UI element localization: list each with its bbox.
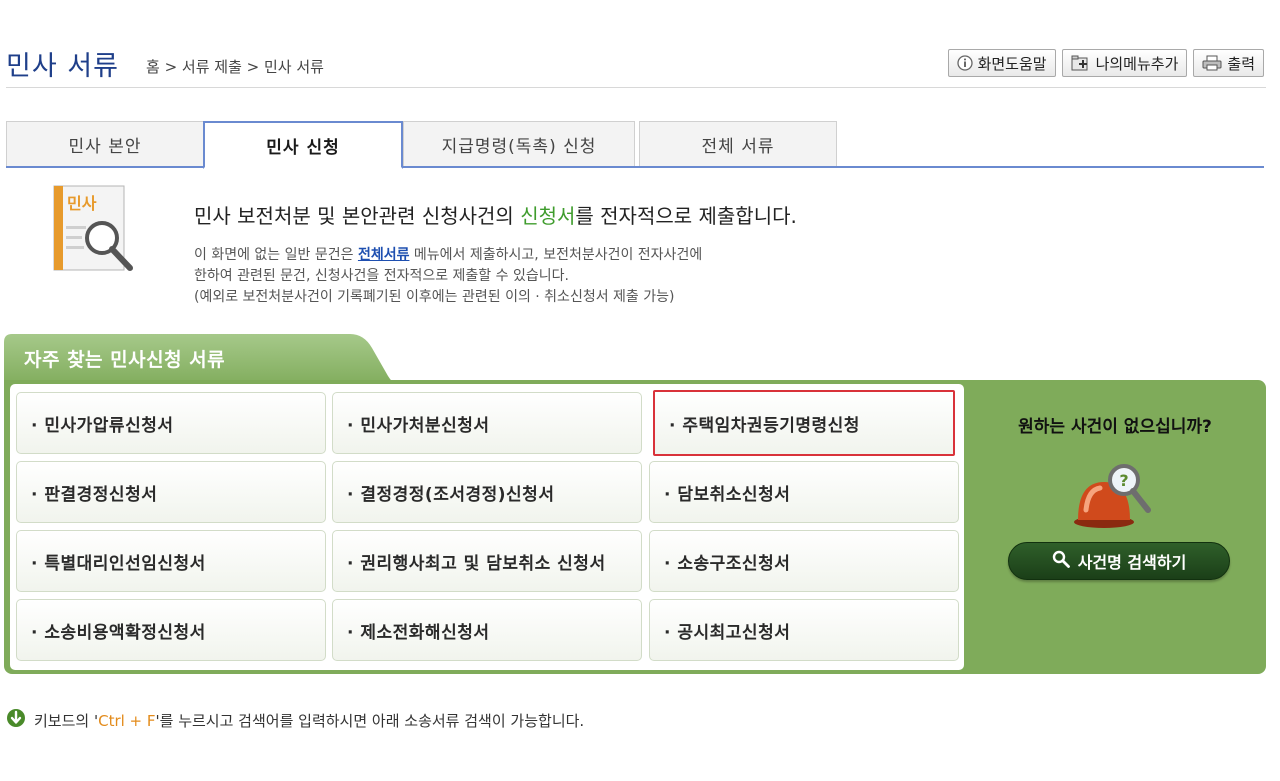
hint-text: 키보드의 'Ctrl + F'를 누르시고 검색어를 입력하시면 아래 소송서류…	[34, 710, 584, 731]
civil-icon-label: 민사	[67, 194, 97, 213]
tab-payment-order[interactable]: 지급명령(독촉) 신청	[403, 121, 635, 167]
hint-shortcut: Ctrl + F	[98, 711, 156, 730]
frequent-panel-title: 자주 찾는 민사신청 서류	[24, 349, 226, 371]
page-header: 민사 서류 홈 > 서류 제출 > 민사 서류 화면도움말 나의메뉴추가 출력	[0, 0, 1280, 90]
all-documents-link[interactable]: 전체서류	[358, 247, 410, 263]
help-button-label: 화면도움말	[977, 54, 1047, 73]
folder-add-icon	[1071, 55, 1091, 71]
svg-text:?: ?	[1119, 471, 1128, 490]
case-name-search-label: 사건명 검색하기	[1077, 553, 1187, 572]
intro-line-3: (예외로 보전처분사건이 기록폐기된 이후에는 관련된 이의 · 취소신청서 제…	[194, 289, 675, 305]
doc-item[interactable]: · 특별대리인선임신청서	[16, 530, 326, 592]
add-menu-button[interactable]: 나의메뉴추가	[1061, 49, 1188, 77]
intro-line-1-pre: 이 화면에 없는 일반 문건은	[194, 247, 358, 263]
print-button[interactable]: 출력	[1193, 49, 1264, 77]
doc-item[interactable]: · 권리행사최고 및 담보취소 신청서	[332, 530, 642, 592]
case-name-search-button[interactable]: 사건명 검색하기	[1008, 542, 1230, 580]
intro-description: 이 화면에 없는 일반 문건은 전체서류 메뉴에서 제출하시고, 보전처분사건이…	[194, 245, 702, 308]
print-button-label: 출력	[1227, 54, 1255, 73]
header-divider	[6, 87, 1266, 88]
doc-item[interactable]: · 제소전화해신청서	[332, 599, 642, 661]
hint-text-pre: 키보드의 '	[34, 711, 99, 730]
intro-heading-tail: 를 전자적으로 제출합니다.	[575, 204, 797, 228]
doc-item[interactable]: · 민사가압류신청서	[16, 392, 326, 454]
side-question: 원하는 사건이 없으십니까?	[1018, 417, 1212, 437]
doc-item[interactable]: · 판결경정신청서	[16, 461, 326, 523]
page-title: 민사 서류	[6, 51, 119, 82]
intro-heading: 민사 보전처분 및 본안관련 신청사건의 신청서를 전자적으로 제출합니다.	[194, 200, 797, 229]
tab-civil-application[interactable]: 민사 신청	[203, 121, 403, 169]
doc-item[interactable]: · 소송구조신청서	[649, 530, 959, 592]
tabs-underline	[6, 166, 1264, 168]
doc-item[interactable]: · 공시최고신청서	[649, 599, 959, 661]
intro-line-2: 한하여 관련된 문건, 신청사건을 전자적으로 제출할 수 있습니다.	[194, 268, 569, 284]
header-actions: 화면도움말 나의메뉴추가 출력	[947, 49, 1264, 77]
doc-item-highlighted[interactable]: · 주택임차권등기명령신청	[653, 390, 955, 456]
tab-all-documents[interactable]: 전체 서류	[639, 121, 837, 167]
tab-civil-main[interactable]: 민사 본안	[6, 121, 204, 167]
search-side-panel: 원하는 사건이 없으십니까? ? 사건명 검색하기	[966, 384, 1264, 670]
category-tabs: 민사 본안 민사 신청 지급명령(독촉) 신청 전체 서류	[6, 121, 1264, 169]
info-icon	[956, 55, 973, 71]
doc-item[interactable]: · 결정경정(조서경정)신청서	[332, 461, 642, 523]
doc-item[interactable]: · 소송비용액확정신청서	[16, 599, 326, 661]
doc-item[interactable]: · 담보취소신청서	[649, 461, 959, 523]
alarm-search-icon: ?	[1070, 454, 1160, 538]
doc-item[interactable]: · 민사가처분신청서	[332, 392, 642, 454]
printer-icon	[1202, 55, 1222, 71]
intro-line-1-post: 메뉴에서 제출하시고, 보전처분사건이 전자사건에	[409, 247, 703, 263]
hint-text-post: '를 누르시고 검색어를 입력하시면 아래 소송서류 검색이 가능합니다.	[155, 711, 585, 730]
intro-heading-text: 민사 보전처분 및 본안관련 신청사건의	[194, 204, 521, 228]
breadcrumb: 홈 > 서류 제출 > 민사 서류	[146, 58, 324, 76]
frequent-documents-grid: · 민사가압류신청서 · 민사가처분신청서 · 주택임차권등기명령신청 · 판결…	[10, 384, 964, 670]
intro-heading-highlight: 신청서	[520, 204, 576, 228]
arrow-down-circle-icon	[6, 708, 26, 732]
civil-document-icon: 민사	[52, 184, 136, 276]
magnifier-icon	[1052, 550, 1070, 572]
help-button[interactable]: 화면도움말	[947, 49, 1056, 77]
add-menu-button-label: 나의메뉴추가	[1095, 54, 1179, 73]
intro-line-1: 이 화면에 없는 일반 문건은 전체서류 메뉴에서 제출하시고, 보전처분사건이…	[194, 245, 702, 266]
keyboard-search-hint: 키보드의 'Ctrl + F'를 누르시고 검색어를 입력하시면 아래 소송서류…	[6, 708, 584, 732]
